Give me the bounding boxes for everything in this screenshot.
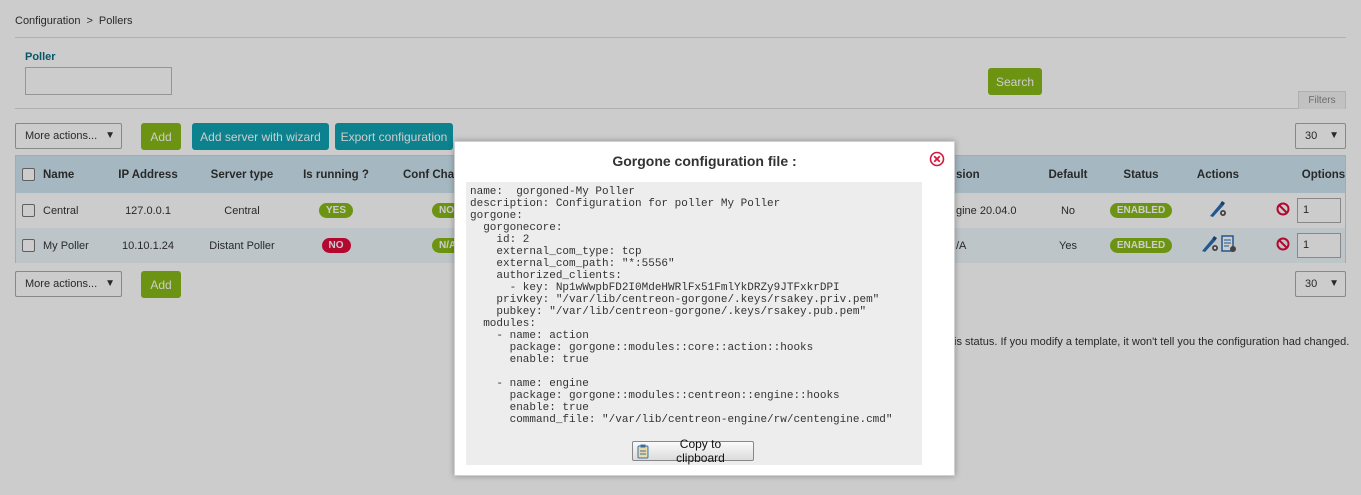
code-line: id: 2 (470, 234, 530, 246)
code-line: package: gorgone::modules::core::action:… (470, 342, 814, 354)
code-line: authorized_clients: (470, 270, 622, 282)
code-line: enable: true (470, 354, 589, 366)
gorgone-config-modal: Gorgone configuration file : name: gorgo… (454, 141, 955, 476)
code-line: name: gorgoned-My Poller (470, 186, 636, 198)
code-line: external_com_path: "*:5556" (470, 258, 675, 270)
copy-label: Copy to clipboard (676, 437, 725, 465)
code-line: privkey: "/var/lib/centreon-gorgone/.key… (470, 294, 880, 306)
code-line: gorgone: (470, 210, 523, 222)
code-line: modules: (470, 318, 537, 330)
code-line: enable: true (470, 402, 589, 414)
modal-title: Gorgone configuration file : (612, 153, 797, 169)
code-line: command_file: "/var/lib/centreon-engine/… (470, 414, 893, 426)
copy-to-clipboard-button[interactable]: Copy to clipboard (632, 437, 754, 465)
code-line: external_com_type: tcp (470, 246, 642, 258)
code-line: gorgonecore: (470, 222, 563, 234)
code-line: package: gorgone::modules::centreon::eng… (470, 390, 840, 402)
code-line: - name: action (470, 330, 589, 342)
code-line: - key: Np1wWwpbFD2I0MdeHWRlFx51FmlYkDRZy… (470, 282, 840, 294)
config-code-block: name: gorgoned-My Poller description: Con… (466, 182, 922, 465)
code-line: - name: engine (470, 378, 589, 390)
code-line: description: Configuration for poller My… (470, 198, 781, 210)
clipboard-icon (637, 444, 649, 458)
close-icon[interactable] (929, 151, 945, 167)
code-line: pubkey: "/var/lib/centreon-gorgone/.keys… (470, 306, 867, 318)
